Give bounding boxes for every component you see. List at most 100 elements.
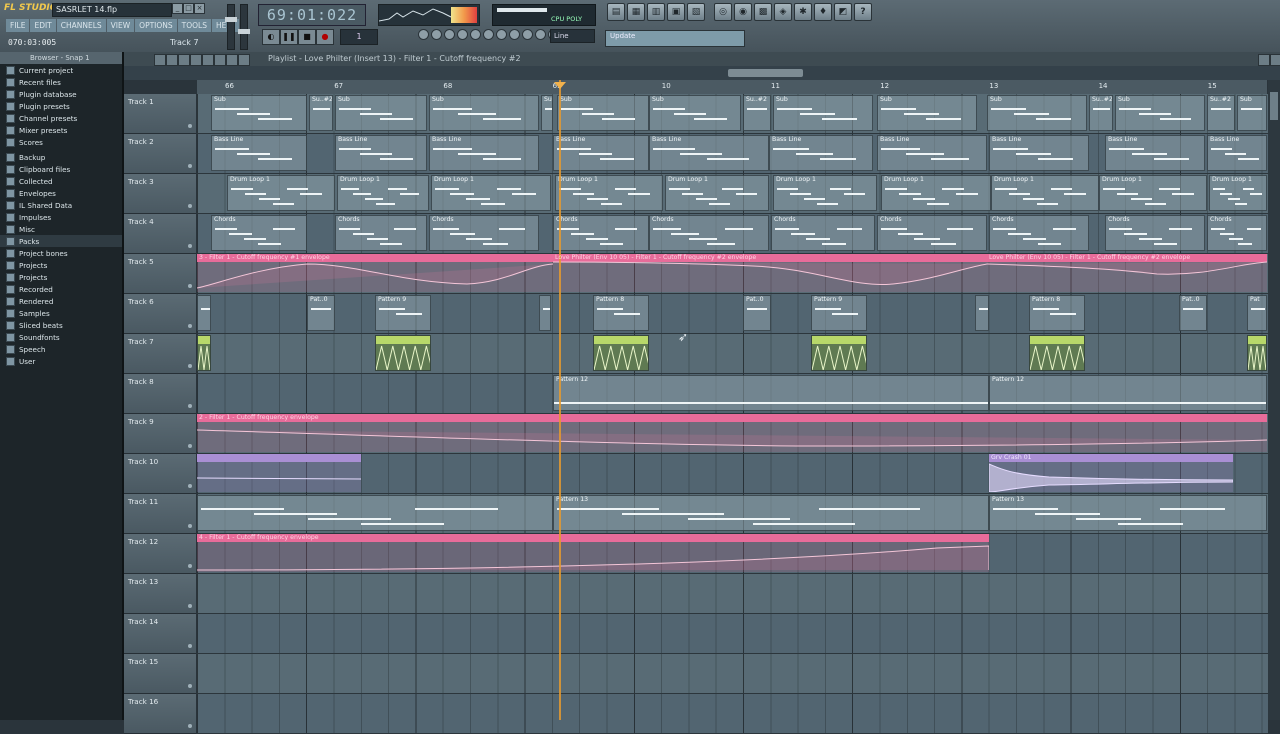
pattern-clip[interactable]: Bass Line bbox=[989, 135, 1089, 171]
automation-clip[interactable]: Love Philter (Env 10 05) - Filter 1 - Cu… bbox=[987, 254, 1267, 292]
track-header[interactable]: Track 2 bbox=[124, 134, 196, 174]
online-icon[interactable]: ✱ bbox=[794, 3, 812, 21]
pattern-clip[interactable]: Bass Line bbox=[877, 135, 987, 171]
audio-clip[interactable] bbox=[197, 454, 361, 492]
browser-item-project-bones[interactable]: Project bones bbox=[0, 247, 122, 259]
pattern-clip[interactable]: Pattern 8 bbox=[1029, 295, 1085, 331]
menu-channels[interactable]: CHANNELS bbox=[56, 19, 106, 32]
track-mute-led-icon[interactable] bbox=[188, 444, 192, 448]
mute-tool-icon[interactable] bbox=[190, 54, 202, 66]
track-lane[interactable] bbox=[197, 694, 1268, 734]
pattern-clip[interactable]: Pattern 13 bbox=[553, 495, 989, 531]
riser-clip[interactable] bbox=[1247, 335, 1267, 371]
pattern-clip[interactable]: Bass Line bbox=[335, 135, 427, 171]
riser-clip[interactable] bbox=[197, 335, 211, 371]
pattern-clip[interactable] bbox=[197, 495, 553, 531]
track-header[interactable]: Track 5 bbox=[124, 254, 196, 294]
browser-item-speech[interactable]: Speech bbox=[0, 343, 122, 355]
news-panel[interactable]: Update bbox=[605, 30, 745, 47]
browser-item-rendered[interactable]: Rendered bbox=[0, 295, 122, 307]
vertical-scrollbar[interactable] bbox=[1268, 80, 1280, 720]
plugin-picker-icon[interactable]: ◎ bbox=[714, 3, 732, 21]
automation-clip[interactable]: Love Philter (Env 10 05) - Filter 1 - Cu… bbox=[553, 254, 987, 292]
pattern-clip[interactable]: Bass Line bbox=[1105, 135, 1205, 171]
track-mute-led-icon[interactable] bbox=[188, 524, 192, 528]
track-header[interactable]: Track 8 bbox=[124, 374, 196, 414]
pattern-clip[interactable]: Bass Line bbox=[553, 135, 649, 171]
track-lane[interactable]: 3 - Filter 1 - Cutoff frequency #1 envel… bbox=[197, 254, 1268, 294]
pattern-clip[interactable]: Pat bbox=[1247, 295, 1267, 331]
pattern-clip[interactable]: Sub bbox=[1237, 95, 1267, 131]
riser-clip[interactable] bbox=[811, 335, 867, 371]
browser-item-packs[interactable]: Packs bbox=[0, 235, 122, 247]
pattern-clip[interactable]: Drum Loop 1 bbox=[227, 175, 335, 211]
pause-button[interactable]: ❚❚ bbox=[280, 29, 298, 45]
pattern-clip[interactable]: Pattern 12 bbox=[553, 375, 989, 411]
tempo-icon[interactable]: ♦ bbox=[814, 3, 832, 21]
audio-clip[interactable]: Grv Crash 01 bbox=[989, 454, 1233, 492]
track-mute-led-icon[interactable] bbox=[188, 604, 192, 608]
pattern-clip[interactable]: Su..#2 bbox=[1089, 95, 1113, 131]
track-lane[interactable] bbox=[197, 574, 1268, 614]
pattern-selector[interactable]: 1 bbox=[340, 29, 378, 45]
pattern-clip[interactable]: Bass Line bbox=[649, 135, 769, 171]
pattern-clip[interactable]: Su..#2 bbox=[309, 95, 333, 131]
browser-item-plugin-database[interactable]: Plugin database bbox=[0, 88, 122, 100]
track-lane[interactable]: 2 - Filter 1 - Cutoff frequency envelope bbox=[197, 414, 1268, 454]
track-lane[interactable]: Pattern 13 Pattern 13 bbox=[197, 494, 1268, 534]
automation-clip[interactable]: 4 - Filter 1 - Cutoff frequency envelope bbox=[197, 534, 989, 572]
settings-icon[interactable]: ◩ bbox=[834, 3, 852, 21]
pattern-clip[interactable]: Bass Line bbox=[1207, 135, 1267, 171]
pattern-song-toggle[interactable]: ◐ bbox=[262, 29, 280, 45]
track-lane[interactable]: Drum Loop 1 Drum Loop 1 Drum Loop 1 Drum Lo… bbox=[197, 174, 1268, 214]
track-header[interactable]: Track 3 bbox=[124, 174, 196, 214]
menu-edit[interactable]: EDIT bbox=[30, 19, 56, 32]
wait-input-icon[interactable] bbox=[470, 29, 481, 40]
browser-item-samples[interactable]: Samples bbox=[0, 307, 122, 319]
loop-record-icon[interactable] bbox=[496, 29, 507, 40]
pattern-clip[interactable]: Pattern 9 bbox=[811, 295, 867, 331]
browser-item-il-shared-data[interactable]: IL Shared Data bbox=[0, 199, 122, 211]
blend-notes-icon[interactable] bbox=[444, 29, 455, 40]
pattern-clip[interactable]: Chords bbox=[649, 215, 769, 251]
pattern-clip[interactable]: Drum Loop 1 bbox=[555, 175, 663, 211]
browser-icon[interactable]: ▣ bbox=[667, 3, 685, 21]
pattern-clip[interactable]: Bass Line bbox=[429, 135, 539, 171]
playlist-maximize-icon[interactable] bbox=[1258, 54, 1270, 66]
track-header[interactable]: Track 7 bbox=[124, 334, 196, 374]
snap-mode-select[interactable]: Line bbox=[550, 29, 595, 43]
track-mute-led-icon[interactable] bbox=[188, 724, 192, 728]
browser-item-mixer-presets[interactable]: Mixer presets bbox=[0, 124, 122, 136]
pattern-clip[interactable]: Chords bbox=[1207, 215, 1267, 251]
song-position-display[interactable]: 69:01:022 bbox=[258, 4, 366, 26]
track-lane[interactable]: Bass Line Bass Line Bass Line Bass Line Bass… bbox=[197, 134, 1268, 174]
track-lane[interactable]: Pat..0 Pattern 9 Pattern 8 Pat..0 Pattern 9 P… bbox=[197, 294, 1268, 334]
pattern-clip[interactable]: Pattern 13 bbox=[989, 495, 1267, 531]
stop-button[interactable]: ■ bbox=[298, 29, 316, 45]
track-mute-led-icon[interactable] bbox=[188, 644, 192, 648]
track-header[interactable]: Track 11 bbox=[124, 494, 196, 534]
playlist-close-icon[interactable] bbox=[1270, 54, 1280, 66]
audio-record-icon[interactable] bbox=[509, 29, 520, 40]
menu-options[interactable]: OPTIONS bbox=[135, 19, 177, 32]
countdown-icon[interactable] bbox=[483, 29, 494, 40]
browser-item-collected[interactable]: Collected bbox=[0, 175, 122, 187]
browser-item-misc[interactable]: Misc bbox=[0, 223, 122, 235]
track-lane[interactable] bbox=[197, 654, 1268, 694]
browser-item-channel-presets[interactable]: Channel presets bbox=[0, 112, 122, 124]
track-header[interactable]: Track 16 bbox=[124, 694, 196, 734]
pattern-clip[interactable]: Pattern 9 bbox=[375, 295, 431, 331]
multilink-icon[interactable] bbox=[522, 29, 533, 40]
pattern-clip[interactable]: Pattern 8 bbox=[593, 295, 649, 331]
browser-item-envelopes[interactable]: Envelopes bbox=[0, 187, 122, 199]
track-mute-led-icon[interactable] bbox=[188, 124, 192, 128]
riser-clip[interactable] bbox=[375, 335, 431, 371]
pattern-clip[interactable]: Chords bbox=[211, 215, 307, 251]
browser-item-plugin-presets[interactable]: Plugin presets bbox=[0, 100, 122, 112]
select-tool-icon[interactable] bbox=[214, 54, 226, 66]
zoom-tool-icon[interactable] bbox=[226, 54, 238, 66]
browser-item-sliced-beats[interactable]: Sliced beats bbox=[0, 319, 122, 331]
step-sequencer-icon[interactable]: ▦ bbox=[627, 3, 645, 21]
browser-item-clipboard-files[interactable]: Clipboard files bbox=[0, 163, 122, 175]
riser-clip[interactable] bbox=[593, 335, 649, 371]
